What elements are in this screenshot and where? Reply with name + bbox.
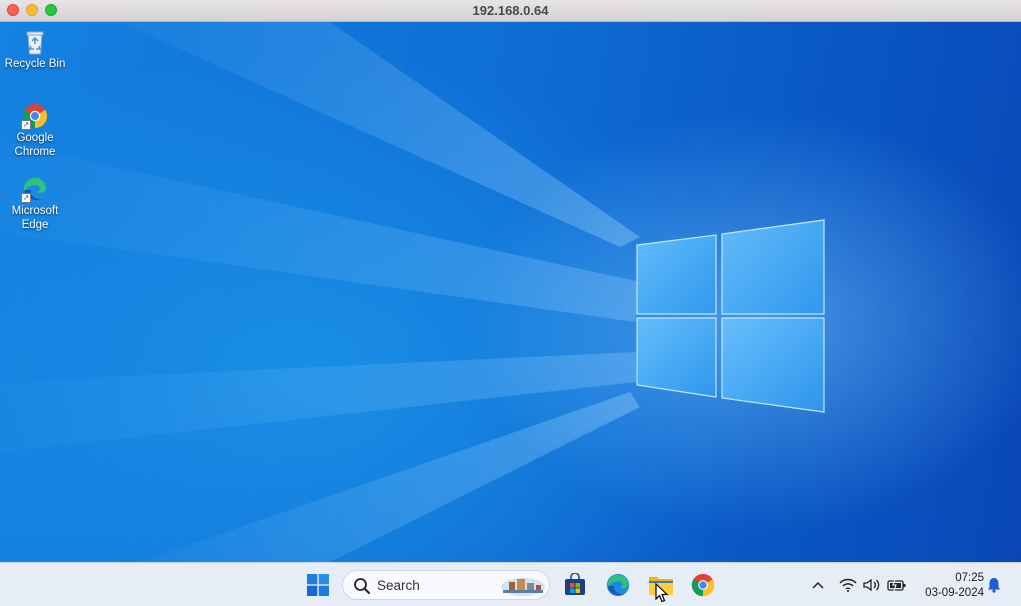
taskbar-clock[interactable]: 07:25 03-09-2024 — [912, 571, 984, 601]
desktop-icon-google-chrome[interactable]: ↗ Google Chrome — [2, 102, 68, 159]
taskbar-microsoft-edge[interactable] — [602, 569, 634, 601]
chrome-icon: ↗ — [21, 102, 49, 130]
desktop-icon-label-line1: Microsoft — [11, 205, 59, 217]
wifi-icon — [839, 578, 857, 592]
recycle-bin-icon — [21, 28, 49, 56]
window-title-bar[interactable]: 192.168.0.64 — [0, 0, 1021, 22]
edge-icon: ↗ — [21, 175, 49, 203]
windows-logo-wallpaper — [636, 219, 825, 413]
bell-icon — [988, 578, 1000, 593]
shortcut-arrow-icon: ↗ — [21, 120, 31, 130]
search-icon — [353, 577, 371, 600]
desktop-icon-recycle-bin[interactable]: Recycle Bin — [2, 28, 68, 71]
window-title: 192.168.0.64 — [472, 3, 549, 18]
chrome-icon — [691, 573, 715, 597]
taskbar-google-chrome[interactable] — [687, 569, 719, 601]
desktop-icon-microsoft-edge[interactable]: ↗ Microsoft Edge — [2, 175, 68, 232]
windows-desktop[interactable]: Recycle Bin ↗ Google Chrome ↗ Microsoft … — [0, 22, 1021, 562]
search-placeholder: Search — [377, 578, 420, 593]
taskbar: Search 07:25 03-09-2024 — [0, 562, 1021, 606]
desktop-icon-label-line2: Edge — [21, 219, 49, 231]
quick-settings-button[interactable] — [836, 563, 910, 606]
edge-icon — [606, 573, 630, 597]
desktop-icon-label-line1: Google — [16, 132, 54, 144]
taskbar-search-box[interactable]: Search — [342, 570, 550, 600]
battery-icon — [887, 578, 906, 592]
notifications-button[interactable] — [985, 563, 1003, 606]
desktop-icon-label: Recycle Bin — [4, 58, 66, 70]
start-button[interactable] — [302, 569, 334, 601]
taskbar-microsoft-store[interactable] — [559, 569, 591, 601]
show-hidden-icons-button[interactable] — [808, 563, 828, 606]
shortcut-arrow-icon: ↗ — [21, 193, 31, 203]
wallpaper-light-beams — [0, 22, 1021, 562]
clock-time: 07:25 — [955, 572, 984, 584]
volume-icon — [863, 578, 880, 592]
store-icon — [565, 573, 585, 595]
clock-date: 03-09-2024 — [925, 587, 984, 599]
mouse-cursor-icon — [655, 582, 669, 606]
chevron-up-icon — [812, 581, 824, 589]
remote-desktop-window: 192.168.0.64 Recycle Bin ↗ Google Chrome… — [0, 0, 1021, 606]
search-highlight-illustration-icon — [499, 573, 547, 602]
desktop-icon-label-line2: Chrome — [14, 146, 56, 158]
windows-start-icon — [307, 574, 329, 596]
